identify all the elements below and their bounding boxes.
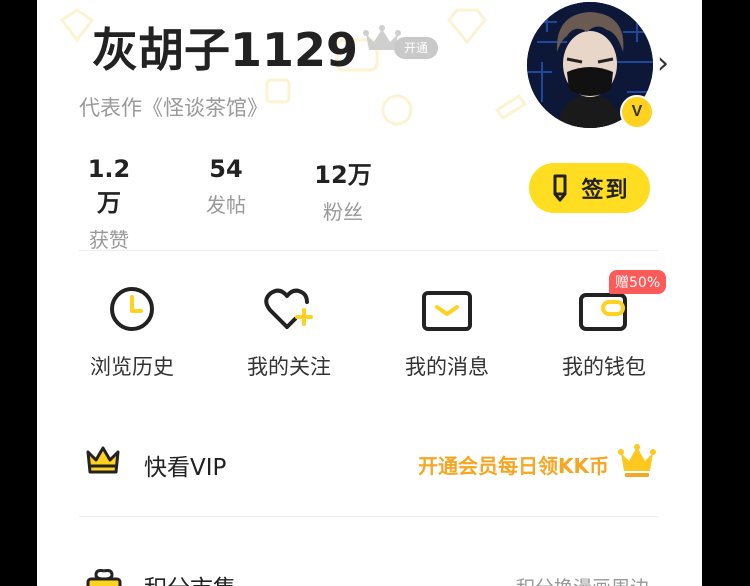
verified-badge: V: [620, 95, 654, 129]
stat-label: 粉丝: [323, 200, 363, 224]
gold-crown-icon: [618, 444, 656, 477]
vip-open-button[interactable]: 开通: [394, 37, 439, 59]
points-mall-promo: 积分换漫画周边: [516, 573, 649, 586]
stat-value: 54: [209, 155, 243, 183]
username: 灰胡子1129: [92, 23, 359, 77]
checkin-button[interactable]: 签到: [529, 163, 650, 213]
representative-work[interactable]: 代表作《怪谈茶馆》: [79, 92, 268, 122]
shortcut-wallet[interactable]: 我的钱包: [539, 283, 669, 381]
wallet-bonus-badge: 赠50%: [609, 270, 667, 294]
vip-promo: 开通会员每日领KK币: [418, 454, 609, 478]
shortcut-label: 我的关注: [247, 355, 331, 379]
stat-value: 12万: [314, 161, 372, 189]
heart-plus-icon: [264, 288, 313, 329]
shortcut-label: 我的消息: [405, 355, 489, 379]
gift-icon: [86, 569, 122, 586]
stat-fans[interactable]: 12万 粉丝: [313, 155, 373, 225]
clock-icon: [110, 287, 154, 331]
points-mall-title: 积分市集: [144, 569, 236, 586]
vip-title: 快看VIP: [144, 455, 227, 481]
shortcut-label: 我的钱包: [562, 355, 646, 379]
stat-likes[interactable]: 1.2万 获赞: [79, 155, 139, 253]
crown-icon: [86, 446, 120, 474]
shortcut-following[interactable]: 我的关注: [224, 283, 354, 381]
stat-posts[interactable]: 54 发帖: [196, 155, 256, 218]
divider: [79, 516, 659, 517]
checkin-label: 签到: [581, 178, 630, 203]
envelope-icon: [422, 291, 472, 331]
stat-label: 发帖: [206, 193, 246, 217]
profile-page: 灰胡子1129 开通 代表作《怪谈茶馆》 V › 1.2万 获赞 54 发帖 1…: [37, 0, 702, 586]
points-mall-row[interactable]: 积分市集 积分换漫画周边: [79, 563, 659, 586]
vip-row[interactable]: 快看VIP 开通会员每日领KK币: [79, 438, 659, 492]
chevron-right-icon[interactable]: ›: [657, 46, 669, 81]
shortcut-history[interactable]: 浏览历史: [67, 283, 197, 381]
pencil-icon: [553, 174, 567, 202]
stat-value: 1.2万: [87, 155, 131, 217]
shortcut-messages[interactable]: 我的消息: [382, 283, 512, 381]
stat-label: 获赞: [89, 228, 129, 252]
divider: [79, 250, 659, 251]
shortcut-label: 浏览历史: [90, 355, 174, 379]
